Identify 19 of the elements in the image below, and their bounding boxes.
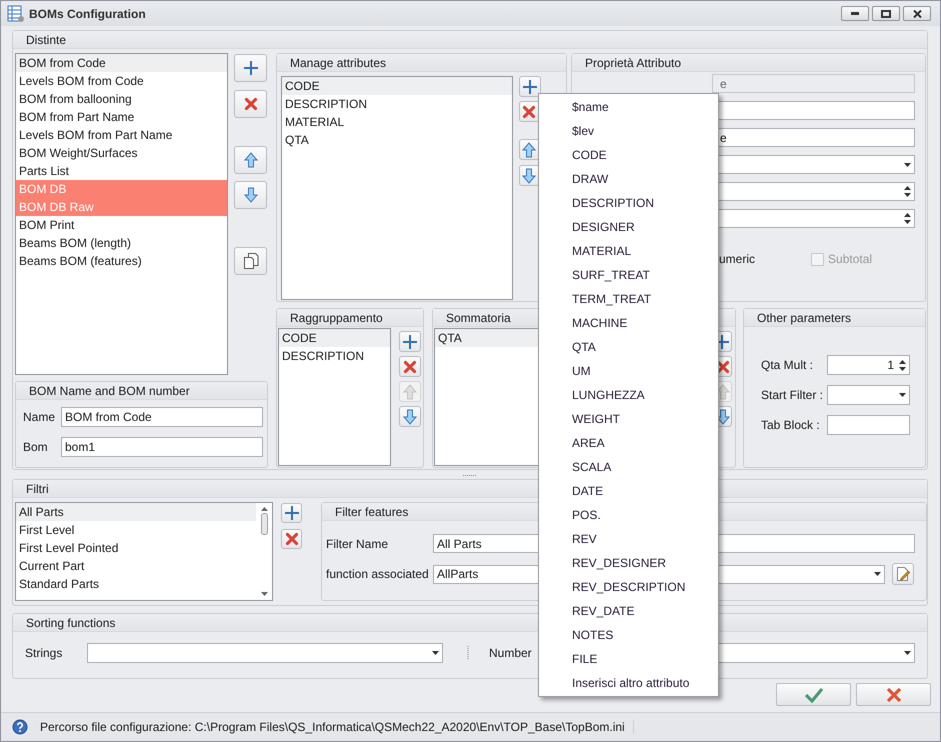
section-header: Raggruppamento: [277, 309, 423, 327]
field-label: Qta Mult :: [761, 358, 814, 372]
field-label: Bom: [23, 440, 49, 454]
field-label: Strings: [25, 646, 64, 660]
field-label: function associated: [326, 567, 430, 581]
section-header: Proprietà Attributo: [572, 54, 925, 72]
section-header: Manage attributes: [277, 54, 566, 72]
field-label: Name: [23, 410, 56, 424]
status-text: Percorso file configurazione: C:\Program Files\QS_Informatica\QSMech22_A2020\Env\TOP_Base\TopBom.ini: [40, 720, 634, 734]
field-label: Number: [489, 646, 533, 660]
checkbox-label: umeric: [719, 252, 756, 266]
section-header: Distinte: [13, 31, 927, 49]
section-header: Other parameters: [744, 309, 925, 327]
window-title: BOMs Configuration: [29, 6, 146, 20]
section-header: BOM Name and BOM number: [16, 382, 267, 400]
checkbox-label: Subtotal: [828, 252, 872, 266]
field-label: Tab Block :: [761, 418, 821, 432]
field-label: Filter Name: [326, 536, 390, 550]
field-label: Start Filter :: [761, 388, 824, 402]
